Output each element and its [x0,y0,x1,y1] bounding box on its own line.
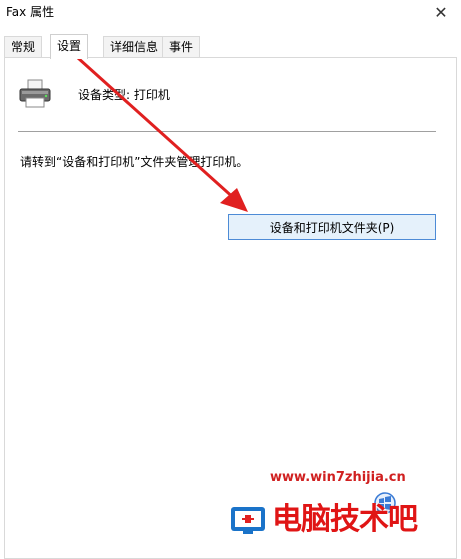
devices-printers-folder-button[interactable]: 设备和打印机文件夹(P) [228,214,436,240]
watermark-brand: 电脑技术吧 [272,502,418,537]
window-title: Fax 属性 [6,5,55,19]
tab-general[interactable]: 常规 [4,36,43,57]
title-bar: Fax 属性 ✕ [0,0,461,28]
divider [18,131,436,132]
instruction-text: 请转到“设备和打印机”文件夹管理打印机。 [20,155,249,169]
tab-settings[interactable]: 设置 [50,34,89,59]
watermark-url: www.win7zhijia.cn [270,470,406,485]
tab-strip: 常规 设置 详细信息 事件 [4,34,459,59]
tab-details[interactable]: 详细信息 [103,36,166,57]
tab-events[interactable]: 事件 [162,36,201,57]
device-type-label: 设备类型: 打印机 [78,88,170,102]
printer-icon [19,79,51,108]
close-icon[interactable]: ✕ [421,0,461,24]
